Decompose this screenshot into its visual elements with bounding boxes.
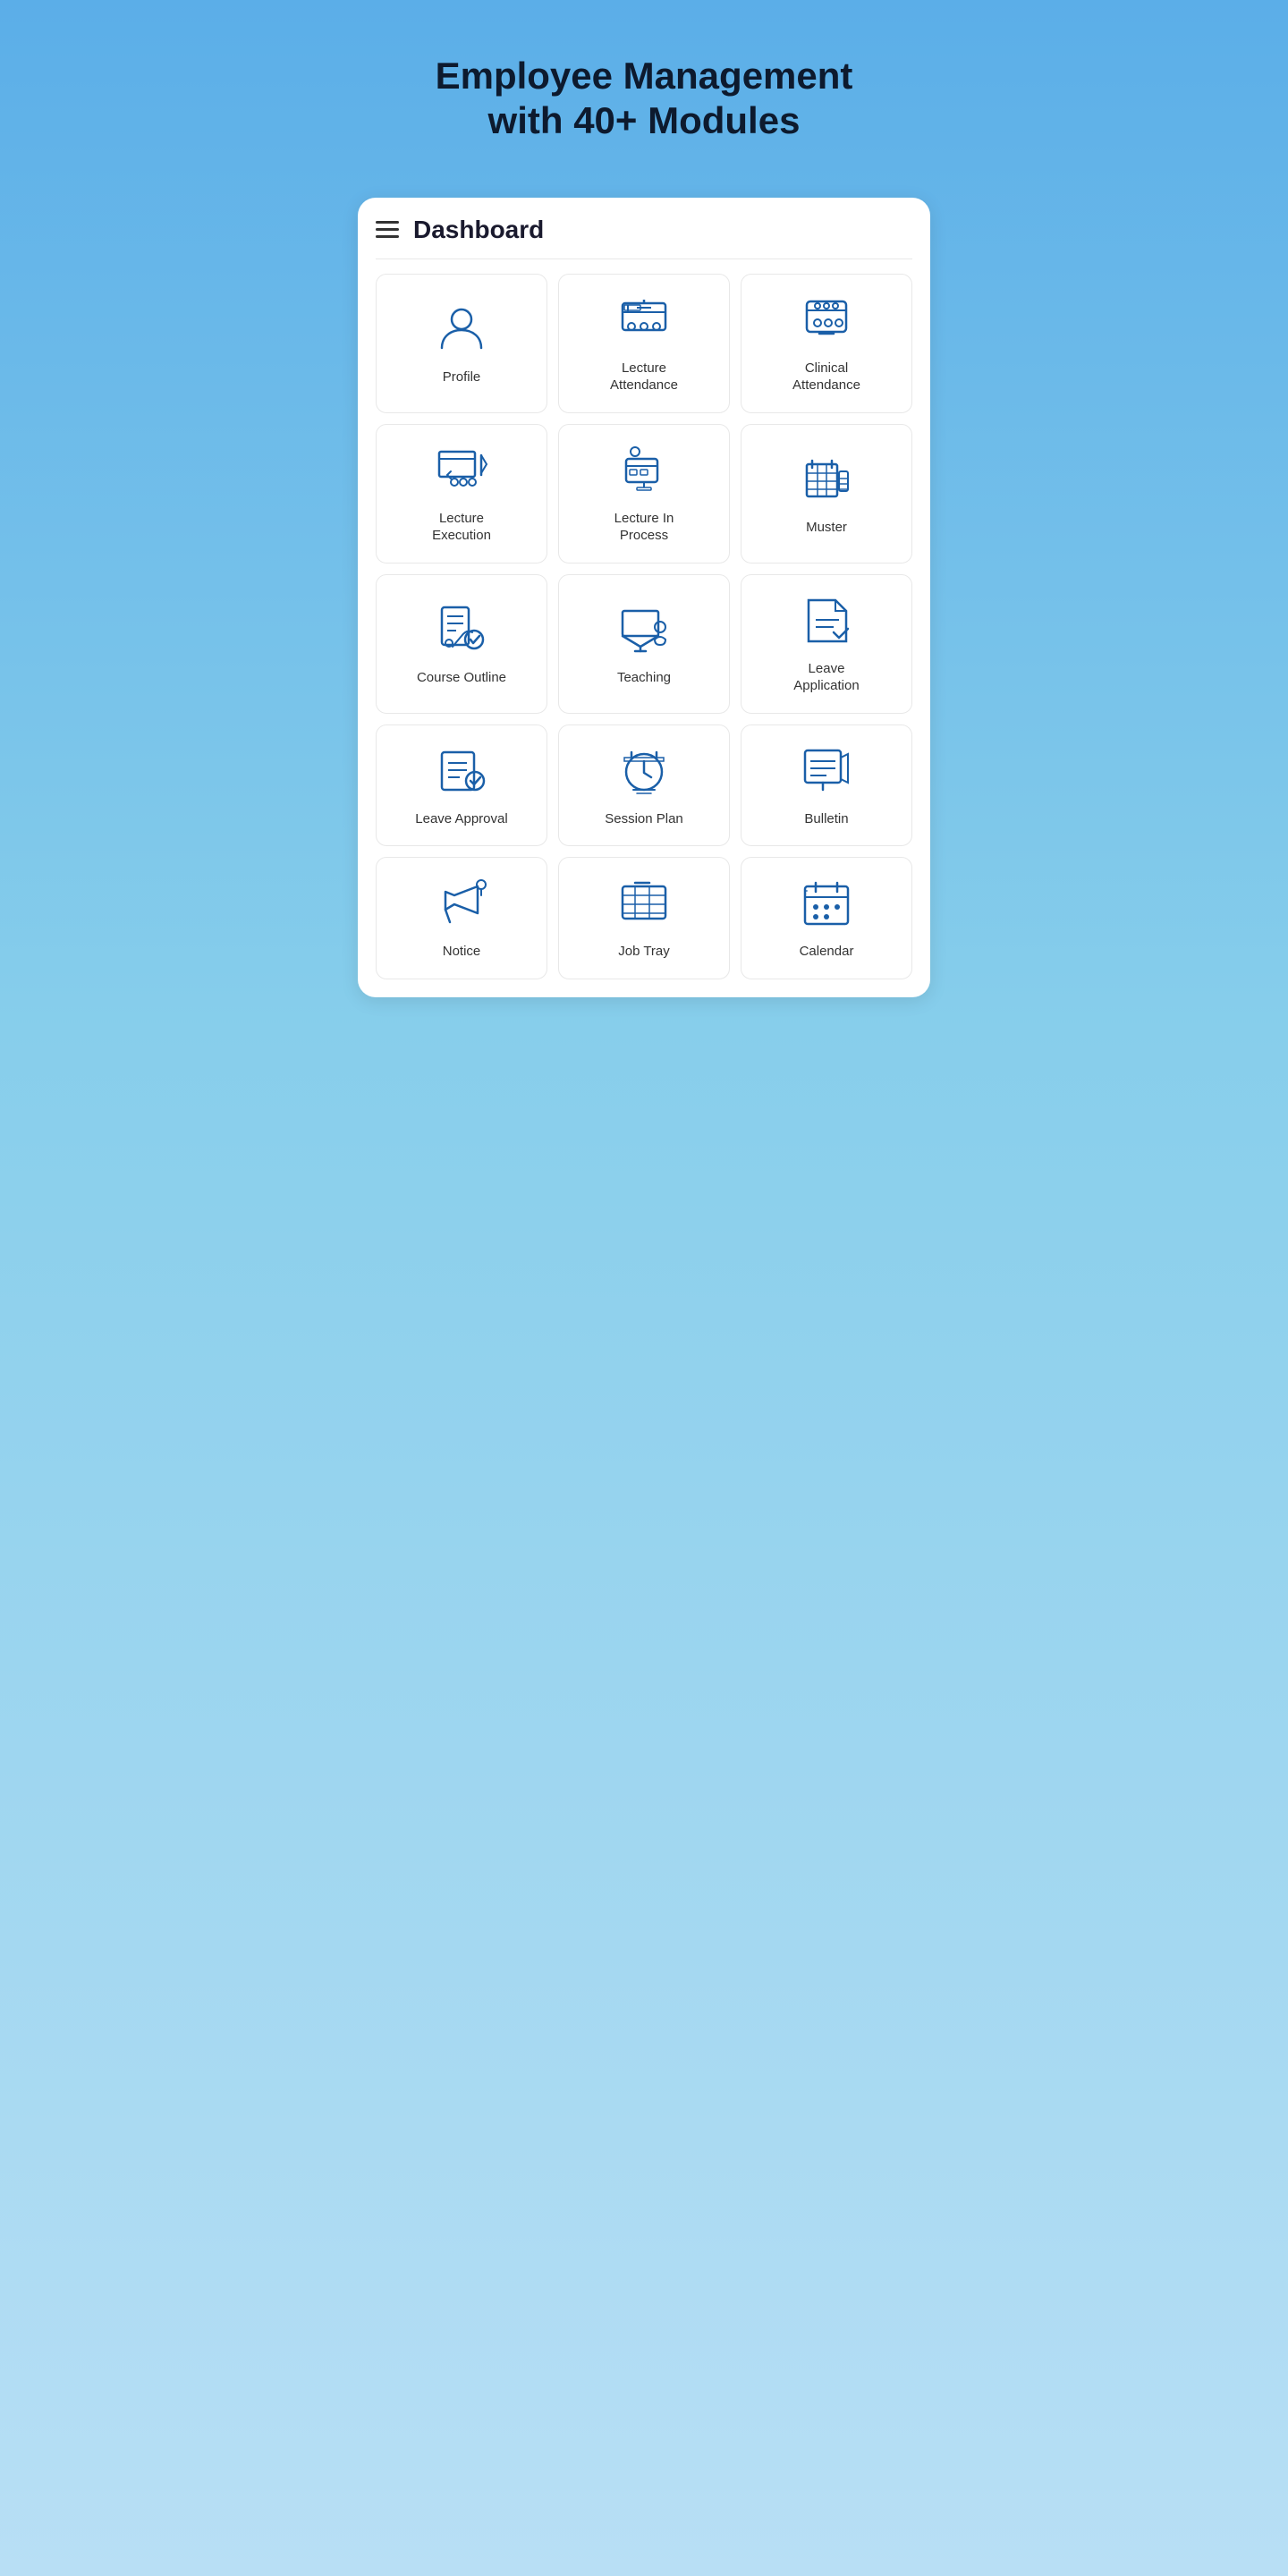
- job-tray-icon: [617, 876, 671, 943]
- module-session-plan[interactable]: Session Plan: [558, 724, 730, 847]
- page-title: Employee Management with 40+ Modules: [394, 54, 894, 144]
- course-outline-label: Course Outline: [417, 669, 506, 687]
- module-clinical-attendance[interactable]: ClinicalAttendance: [741, 274, 912, 413]
- job-tray-label: Job Tray: [618, 943, 670, 961]
- clinical-attendance-icon: [800, 292, 853, 360]
- bulletin-icon: [800, 743, 853, 810]
- dashboard-title: Dashboard: [413, 216, 544, 244]
- teaching-icon: [617, 602, 671, 669]
- lecture-attendance-icon: [617, 292, 671, 360]
- teaching-label: Teaching: [617, 669, 671, 687]
- menu-icon[interactable]: [376, 221, 399, 238]
- muster-label: Muster: [806, 519, 847, 537]
- session-plan-icon: [617, 743, 671, 810]
- module-profile[interactable]: Profile: [376, 274, 547, 413]
- profile-label: Profile: [443, 369, 481, 386]
- module-job-tray[interactable]: Job Tray: [558, 857, 730, 979]
- module-lecture-execution[interactable]: LectureExecution: [376, 424, 547, 564]
- lecture-attendance-label: LectureAttendance: [610, 360, 678, 394]
- calendar-icon: [800, 876, 853, 943]
- module-course-outline[interactable]: Course Outline: [376, 574, 547, 714]
- module-grid: Profile LectureAttendance ClinicalAttend…: [376, 274, 912, 979]
- lecture-execution-icon: [435, 443, 488, 510]
- leave-application-icon: [800, 593, 853, 660]
- session-plan-label: Session Plan: [605, 810, 683, 828]
- module-lecture-attendance[interactable]: LectureAttendance: [558, 274, 730, 413]
- leave-application-label: LeaveApplication: [793, 660, 859, 695]
- module-leave-approval[interactable]: Leave Approval: [376, 724, 547, 847]
- module-teaching[interactable]: Teaching: [558, 574, 730, 714]
- dashboard-card: Dashboard Profile LectureAttendance Clin…: [358, 198, 930, 997]
- page-header: Employee Management with 40+ Modules: [376, 36, 912, 162]
- leave-approval-icon: [435, 743, 488, 810]
- notice-label: Notice: [443, 943, 481, 961]
- module-bulletin[interactable]: Bulletin: [741, 724, 912, 847]
- module-muster[interactable]: Muster: [741, 424, 912, 564]
- clinical-attendance-label: ClinicalAttendance: [792, 360, 860, 394]
- lecture-in-process-label: Lecture InProcess: [614, 510, 674, 545]
- bulletin-label: Bulletin: [804, 810, 848, 828]
- dashboard-header: Dashboard: [376, 216, 912, 259]
- module-calendar[interactable]: Calendar: [741, 857, 912, 979]
- profile-icon: [435, 301, 488, 369]
- muster-icon: [800, 452, 853, 519]
- course-outline-icon: [435, 602, 488, 669]
- module-leave-application[interactable]: LeaveApplication: [741, 574, 912, 714]
- leave-approval-label: Leave Approval: [415, 810, 507, 828]
- lecture-in-process-icon: [617, 443, 671, 510]
- module-notice[interactable]: Notice: [376, 857, 547, 979]
- notice-icon: [435, 876, 488, 943]
- module-lecture-in-process[interactable]: Lecture InProcess: [558, 424, 730, 564]
- lecture-execution-label: LectureExecution: [432, 510, 491, 545]
- calendar-label: Calendar: [800, 943, 854, 961]
